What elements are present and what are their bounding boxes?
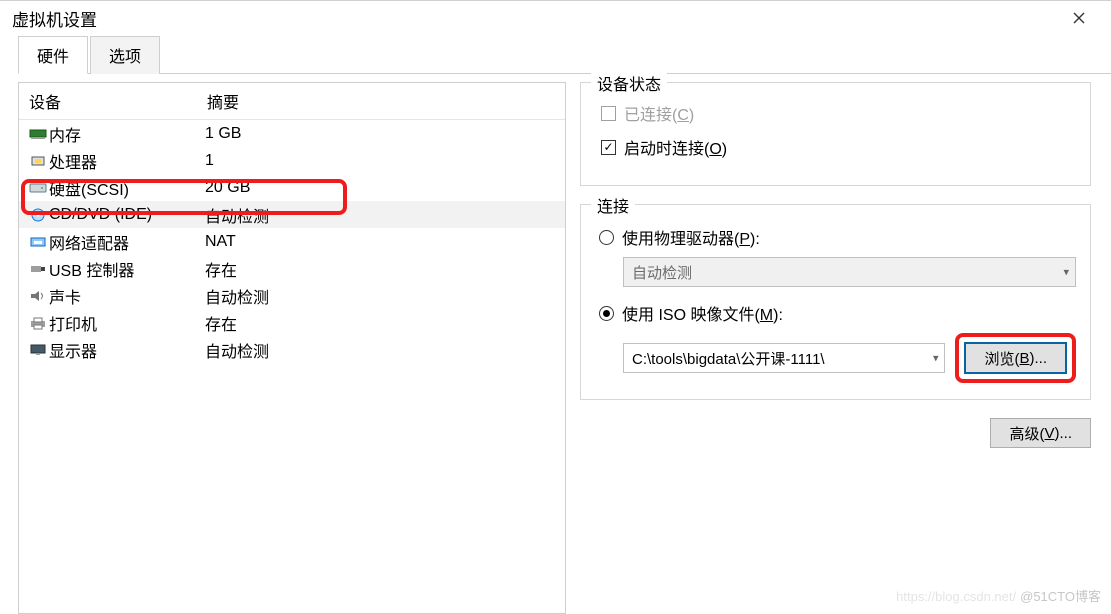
device-summary: 1 bbox=[205, 152, 565, 170]
device-name: 网络适配器 bbox=[49, 230, 205, 254]
chevron-down-icon: ▾ bbox=[1063, 266, 1069, 279]
device-name: CD/DVD (IDE) bbox=[49, 206, 205, 224]
usb-icon bbox=[27, 262, 49, 276]
window-title: 虚拟机设置 bbox=[12, 6, 1059, 31]
display-icon bbox=[27, 343, 49, 357]
watermark: https://blog.csdn.net/@51CTO博客 bbox=[896, 586, 1101, 605]
sound-icon bbox=[27, 289, 49, 303]
device-row[interactable]: 内存1 GB bbox=[19, 120, 565, 147]
use-iso-radio[interactable] bbox=[599, 306, 614, 321]
tab-hardware[interactable]: 硬件 bbox=[18, 36, 88, 74]
annotation-highlight-browse: 浏览(B)... bbox=[955, 333, 1076, 383]
physical-drive-value: 自动检测 bbox=[632, 262, 692, 283]
column-device[interactable]: 设备 bbox=[29, 89, 207, 113]
device-row[interactable]: 处理器1 bbox=[19, 147, 565, 174]
device-row[interactable]: 网络适配器NAT bbox=[19, 228, 565, 255]
iso-path-value: C:\tools\bigdata\公开课-1111\ bbox=[632, 348, 825, 369]
browse-button[interactable]: 浏览(B)... bbox=[965, 343, 1066, 373]
device-summary: 自动检测 bbox=[205, 284, 565, 308]
device-list-header: 设备 摘要 bbox=[19, 83, 565, 120]
device-name: 打印机 bbox=[49, 311, 205, 335]
device-name: 声卡 bbox=[49, 284, 205, 308]
hdd-icon bbox=[27, 181, 49, 195]
device-name: 硬盘(SCSI) bbox=[49, 176, 205, 200]
memory-icon bbox=[27, 127, 49, 141]
column-summary[interactable]: 摘要 bbox=[207, 89, 239, 113]
device-row[interactable]: 打印机存在 bbox=[19, 309, 565, 336]
close-icon bbox=[1073, 12, 1085, 24]
disc-icon bbox=[27, 208, 49, 222]
connect-at-poweron-label: 启动时连接(O) bbox=[624, 135, 727, 159]
device-summary: 存在 bbox=[205, 257, 565, 281]
advanced-button[interactable]: 高级(V)... bbox=[990, 418, 1091, 448]
device-list-panel: 设备 摘要 内存1 GB处理器1硬盘(SCSI)20 GBCD/DVD (IDE… bbox=[18, 82, 566, 614]
device-summary: 存在 bbox=[205, 311, 565, 335]
device-summary: 1 GB bbox=[205, 125, 565, 143]
iso-path-combo[interactable]: C:\tools\bigdata\公开课-1111\ ▾ bbox=[623, 343, 945, 373]
device-state-group: 设备状态 已连接(C) 启动时连接(O) bbox=[580, 82, 1091, 186]
device-row[interactable]: 显示器自动检测 bbox=[19, 336, 565, 363]
tab-strip: 硬件 选项 bbox=[18, 35, 1111, 74]
device-name: 显示器 bbox=[49, 338, 205, 362]
close-button[interactable] bbox=[1059, 4, 1099, 32]
device-summary: 自动检测 bbox=[205, 338, 565, 362]
device-state-legend: 设备状态 bbox=[591, 71, 667, 95]
device-name: 处理器 bbox=[49, 149, 205, 173]
connect-at-poweron-checkbox[interactable] bbox=[601, 140, 616, 155]
connected-label: 已连接(C) bbox=[624, 101, 694, 125]
device-summary: 20 GB bbox=[205, 179, 565, 197]
use-physical-drive-radio[interactable] bbox=[599, 230, 614, 245]
device-row[interactable]: 声卡自动检测 bbox=[19, 282, 565, 309]
printer-icon bbox=[27, 316, 49, 330]
device-details-panel: 设备状态 已连接(C) 启动时连接(O) 连接 bbox=[580, 82, 1097, 614]
device-summary: 自动检测 bbox=[205, 203, 565, 227]
connection-legend: 连接 bbox=[591, 193, 635, 217]
use-physical-drive-label: 使用物理驱动器(P): bbox=[622, 225, 760, 249]
device-row[interactable]: CD/DVD (IDE)自动检测 bbox=[19, 201, 565, 228]
device-name: USB 控制器 bbox=[49, 257, 205, 281]
use-iso-label: 使用 ISO 映像文件(M): bbox=[622, 301, 783, 325]
device-row[interactable]: 硬盘(SCSI)20 GB bbox=[19, 174, 565, 201]
connected-checkbox bbox=[601, 106, 616, 121]
device-summary: NAT bbox=[205, 233, 565, 251]
device-row[interactable]: USB 控制器存在 bbox=[19, 255, 565, 282]
tab-options[interactable]: 选项 bbox=[90, 36, 160, 74]
nic-icon bbox=[27, 235, 49, 249]
physical-drive-combo: 自动检测 ▾ bbox=[623, 257, 1076, 287]
device-name: 内存 bbox=[49, 122, 205, 146]
connection-group: 连接 使用物理驱动器(P): 自动检测 ▾ 使用 ISO 映像文件(M): bbox=[580, 204, 1091, 400]
title-bar: 虚拟机设置 bbox=[0, 1, 1111, 35]
chevron-down-icon: ▾ bbox=[933, 352, 939, 365]
cpu-icon bbox=[27, 154, 49, 168]
